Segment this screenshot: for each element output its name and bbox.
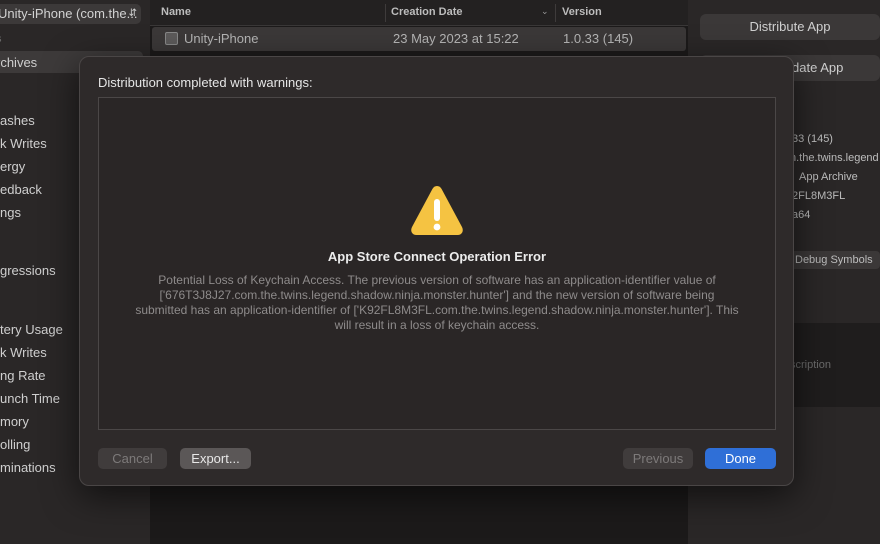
- scheme-popup-label: Unity-iPhone (com.the...: [0, 6, 138, 21]
- sidebar-item-hangs[interactable]: ngs: [0, 205, 21, 221]
- column-header-creation-date[interactable]: Creation Date: [391, 6, 463, 18]
- sidebar-item-scrolling[interactable]: olling: [0, 437, 30, 453]
- sidebar-item-crashes[interactable]: ashes: [0, 113, 35, 129]
- column-header-name[interactable]: Name: [161, 6, 191, 18]
- chevron-updown-icon: ⇵: [128, 8, 137, 19]
- row-name: Unity-iPhone: [184, 31, 259, 46]
- sidebar-item-disk-writes-2[interactable]: k Writes: [0, 345, 47, 361]
- column-divider: [385, 4, 386, 22]
- done-button[interactable]: Done: [705, 448, 776, 469]
- inspector-team: 2FL8M3FL: [792, 190, 846, 202]
- chevron-down-icon: ⌄: [541, 6, 549, 16]
- sidebar-item-energy[interactable]: ergy: [0, 159, 25, 175]
- sidebar-item-disk-writes[interactable]: k Writes: [0, 136, 47, 152]
- row-creation-date: 23 May 2023 at 15:22: [393, 31, 519, 46]
- cancel-button[interactable]: Cancel: [98, 448, 167, 469]
- sidebar-item-launch-time[interactable]: unch Time: [0, 391, 60, 407]
- sidebar-item-feedback[interactable]: edback: [0, 182, 42, 198]
- inspector-architecture: a64: [792, 209, 811, 221]
- error-title: App Store Connect Operation Error: [327, 249, 547, 264]
- archive-icon: [165, 32, 178, 45]
- sheet-title: Distribution completed with warnings:: [98, 75, 313, 90]
- sidebar-item-hang-rate[interactable]: ng Rate: [0, 368, 46, 384]
- sidebar-item-regressions[interactable]: gressions: [0, 263, 56, 279]
- sidebar-item-battery-usage[interactable]: tery Usage: [0, 322, 63, 338]
- inspector-identifier: n.the.twins.legend: [790, 152, 879, 164]
- column-divider: [555, 4, 556, 22]
- export-button[interactable]: Export...: [180, 448, 251, 469]
- row-version: 1.0.33 (145): [563, 31, 634, 46]
- sidebar-section-label: s: [0, 33, 2, 45]
- sidebar-item-archives[interactable]: rchives: [0, 55, 37, 71]
- inspector-type: App Archive: [799, 171, 858, 183]
- message-box: App Store Connect Operation Error Potent…: [98, 97, 776, 430]
- warning-triangle-icon: [411, 186, 463, 235]
- previous-button[interactable]: Previous: [623, 448, 693, 469]
- inspector-version: 33 (145): [792, 133, 833, 145]
- sidebar-item-terminations[interactable]: minations: [0, 460, 56, 476]
- sidebar-item-memory[interactable]: mory: [0, 414, 29, 430]
- scheme-popup[interactable]: Unity-iPhone (com.the... ⇵: [0, 4, 141, 24]
- distribution-sheet: Distribution completed with warnings: Ap…: [79, 56, 794, 486]
- archive-list-header: Name Creation Date Version: [150, 0, 688, 26]
- table-row[interactable]: Unity-iPhone 23 May 2023 at 15:22 1.0.33…: [152, 27, 686, 51]
- error-message: Potential Loss of Keychain Access. The p…: [135, 273, 739, 332]
- column-header-version[interactable]: Version: [562, 6, 602, 18]
- distribute-app-button[interactable]: Distribute App: [700, 14, 880, 40]
